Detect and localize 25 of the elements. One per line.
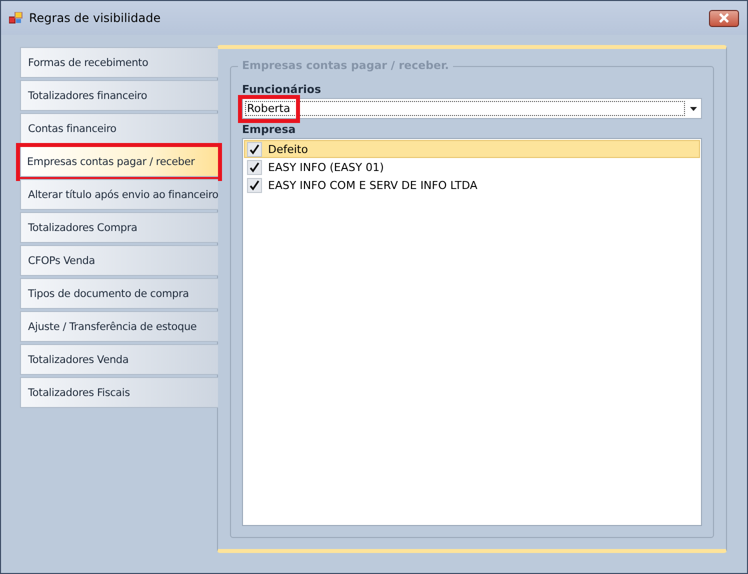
item-label: EASY INFO (EASY 01): [268, 160, 384, 174]
checkbox[interactable]: [247, 178, 262, 192]
close-icon: [718, 13, 730, 23]
window-title: Regras de visibilidade: [29, 11, 162, 25]
employee-label: Funcionários: [242, 83, 322, 96]
tab[interactable]: Alterar título após envio ao financeiro: [20, 179, 218, 210]
tab[interactable]: CFOPs Venda: [20, 245, 218, 276]
list-item[interactable]: EASY INFO (EASY 01): [244, 158, 700, 176]
tab[interactable]: Formas de recebimento: [20, 47, 218, 78]
list-item[interactable]: EASY INFO COM E SERV DE INFO LTDA: [244, 176, 700, 194]
tab[interactable]: Totalizadores financeiro: [20, 80, 218, 111]
checkbox[interactable]: [247, 142, 262, 156]
tab[interactable]: Ajuste / Transferência de estoque: [20, 311, 218, 342]
close-button[interactable]: [709, 10, 739, 26]
tab[interactable]: Tipos de documento de compra: [20, 278, 218, 309]
app-icon: [9, 12, 23, 24]
tab[interactable]: Totalizadores Compra: [20, 212, 218, 243]
item-label: Defeito: [268, 142, 308, 156]
checkbox[interactable]: [247, 160, 262, 174]
tab[interactable]: Contas financeiro: [20, 113, 218, 144]
item-label: EASY INFO COM E SERV DE INFO LTDA: [268, 178, 478, 192]
company-label: Empresa: [242, 123, 297, 136]
list-item[interactable]: Defeito: [244, 140, 700, 158]
tab[interactable]: Totalizadores Venda: [20, 344, 218, 375]
tab[interactable]: Totalizadores Fiscais: [20, 377, 218, 408]
